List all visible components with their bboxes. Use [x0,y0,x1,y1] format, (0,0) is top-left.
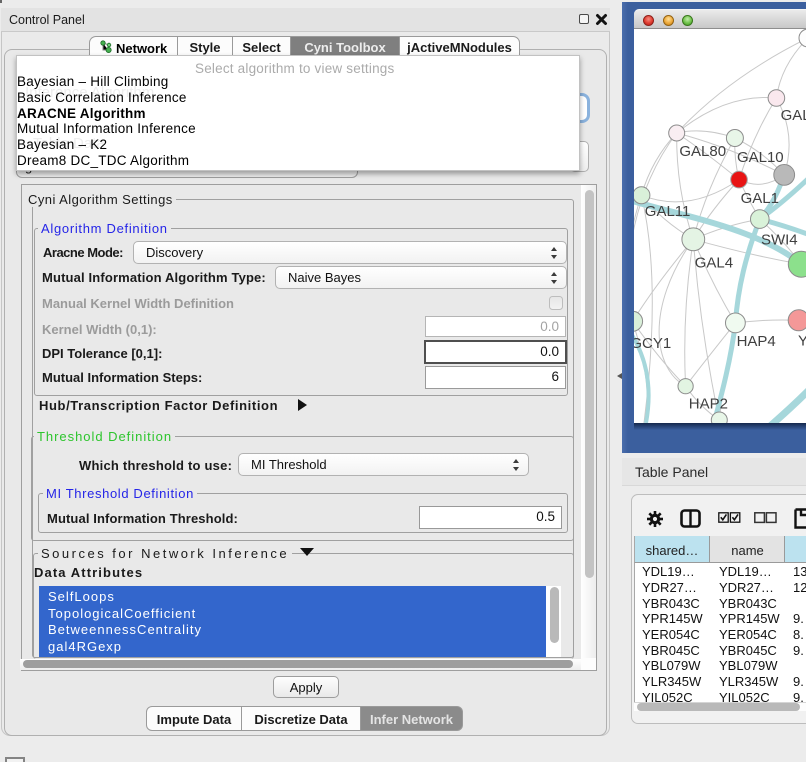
svg-text:HAP2: HAP2 [689,395,728,412]
svg-text:GAL4: GAL4 [695,255,733,272]
svg-text:Y: Y [798,333,806,350]
svg-text:GAL2: GAL2 [781,107,806,124]
svg-text:HAP4: HAP4 [737,333,776,350]
svg-text:GAL11: GAL11 [645,203,691,220]
svg-text:SWI4: SWI4 [761,231,798,248]
svg-text:GAL10: GAL10 [737,149,784,166]
svg-text:GAL1: GAL1 [741,190,779,207]
svg-text:GAL80: GAL80 [679,143,726,160]
svg-text:GCY1: GCY1 [634,335,671,352]
